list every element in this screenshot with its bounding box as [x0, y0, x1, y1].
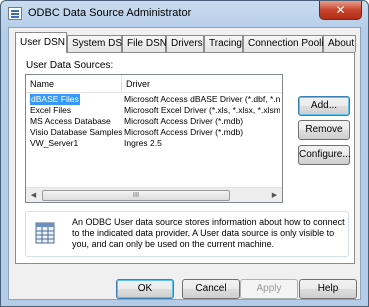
scroll-thumb[interactable]: III — [42, 190, 230, 201]
user-dsn-panel: User Data Sources: Name Driver dBASE Fil… — [15, 52, 355, 264]
list-item[interactable]: VW_Server1 Ingres 2.5 — [26, 138, 282, 149]
apply-button[interactable]: Apply — [240, 279, 298, 299]
row-name: VW_Server1 — [30, 138, 79, 148]
odbc-app-icon — [8, 7, 22, 20]
scroll-left-arrow-icon[interactable]: ◀ — [26, 188, 41, 202]
row-driver: Microsoft Excel Driver (*.xls, *.xlsx, *… — [124, 105, 280, 115]
row-driver: Microsoft Access dBASE Driver (*.dbf, *.… — [124, 94, 280, 104]
tab-system-dsn[interactable]: System DSN — [67, 35, 129, 52]
list-header: Name Driver — [26, 75, 282, 93]
row-driver: Microsoft Access Driver (*.mdb) — [124, 116, 244, 126]
row-name: dBASE Files — [30, 94, 80, 105]
list-item[interactable]: Visio Database Samples Microsoft Access … — [26, 127, 282, 138]
add-button[interactable]: Add... — [298, 96, 350, 116]
odbc-admin-window: ODBC Data Source Administrator ✕ User DS… — [0, 0, 369, 307]
row-name: Visio Database Samples — [30, 127, 122, 137]
configure-button[interactable]: Configure... — [298, 145, 351, 165]
row-name: Excel Files — [30, 105, 72, 115]
column-header-name[interactable]: Name — [26, 75, 122, 93]
info-box: An ODBC User data source stores informat… — [25, 211, 349, 257]
column-header-driver[interactable]: Driver — [122, 75, 282, 93]
row-driver: Ingres 2.5 — [124, 138, 162, 148]
remove-button[interactable]: Remove — [298, 120, 350, 140]
list-item[interactable]: dBASE Files Microsoft Access dBASE Drive… — [26, 94, 282, 105]
row-name: MS Access Database — [30, 116, 111, 126]
list-item[interactable]: Excel Files Microsoft Excel Driver (*.xl… — [26, 105, 282, 116]
list-rows: dBASE Files Microsoft Access dBASE Drive… — [26, 94, 282, 149]
list-item[interactable]: MS Access Database Microsoft Access Driv… — [26, 116, 282, 127]
window-title: ODBC Data Source Administrator — [28, 7, 192, 19]
scroll-right-arrow-icon[interactable]: ▶ — [267, 188, 282, 202]
help-button[interactable]: Help — [299, 279, 357, 299]
close-button[interactable]: ✕ — [319, 1, 362, 20]
tab-file-dsn[interactable]: File DSN — [122, 35, 167, 52]
row-driver: Microsoft Access Driver (*.mdb) — [124, 127, 244, 137]
tab-about[interactable]: About — [323, 35, 356, 52]
ok-button[interactable]: OK — [116, 279, 174, 299]
tab-tracing[interactable]: Tracing — [204, 35, 243, 52]
info-description: An ODBC User data source stores informat… — [72, 217, 345, 249]
dialog-client-area: User DSN System DSN File DSN Drivers Tra… — [8, 27, 361, 300]
title-bar[interactable]: ODBC Data Source Administrator ✕ — [1, 1, 368, 27]
tab-user-dsn[interactable]: User DSN — [15, 32, 67, 53]
user-data-sources-list[interactable]: Name Driver dBASE Files Microsoft Access… — [25, 74, 283, 203]
cancel-button[interactable]: Cancel — [182, 279, 240, 299]
database-info-icon — [35, 222, 55, 244]
user-data-sources-label: User Data Sources: — [26, 60, 114, 71]
tab-drivers[interactable]: Drivers — [166, 35, 204, 52]
tab-connection-pooling[interactable]: Connection Pooling — [243, 35, 335, 52]
horizontal-scrollbar[interactable]: ◀ III ▶ — [26, 187, 282, 202]
